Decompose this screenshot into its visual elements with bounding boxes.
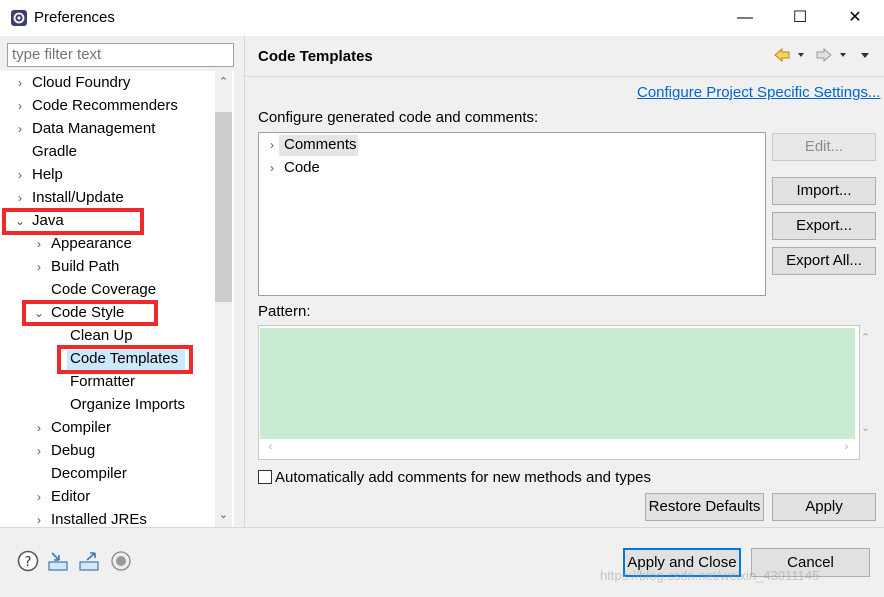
- highlight-box-code-templates: [57, 345, 193, 374]
- minimize-button[interactable]: —: [722, 0, 768, 36]
- tree-item-label: Code Recommenders: [32, 97, 178, 114]
- tree-item-install-update[interactable]: › Install/Update: [14, 187, 124, 209]
- auto-comments-label[interactable]: Automatically add comments for new metho…: [275, 469, 651, 486]
- import-prefs-icon[interactable]: [47, 550, 69, 572]
- pattern-scroll-down-icon[interactable]: ⌄: [857, 421, 874, 434]
- apply-button[interactable]: Apply: [772, 493, 876, 521]
- import-button[interactable]: Import...: [772, 177, 876, 205]
- tree-item-label: Decompiler: [51, 465, 127, 482]
- maximize-button[interactable]: ☐: [777, 0, 823, 36]
- oomph-record-icon[interactable]: [110, 550, 132, 572]
- chevron-right-icon[interactable]: ›: [266, 134, 278, 156]
- highlight-box-code-style: [22, 300, 158, 326]
- tree-item-label: Debug: [51, 442, 96, 459]
- pattern-label: Pattern:: [258, 303, 311, 320]
- history-navigation: [774, 47, 869, 63]
- chevron-right-icon[interactable]: ›: [14, 72, 26, 94]
- tree-item-compiler[interactable]: › Compiler: [33, 417, 111, 439]
- export-all-button[interactable]: Export All...: [772, 247, 876, 275]
- svg-text:?: ?: [25, 555, 32, 570]
- auto-comments-checkbox[interactable]: [258, 470, 272, 484]
- chevron-right-icon[interactable]: ›: [14, 164, 26, 186]
- restore-defaults-button[interactable]: Restore Defaults: [645, 493, 764, 521]
- tree-item-label: Appearance: [51, 235, 132, 252]
- tree-item-gradle[interactable]: Gradle: [32, 141, 77, 163]
- tree-item-installed-jres[interactable]: › Installed JREs: [33, 509, 147, 527]
- export-prefs-icon[interactable]: [78, 550, 100, 572]
- chevron-right-icon[interactable]: ›: [33, 486, 45, 508]
- chevron-right-icon[interactable]: ›: [33, 233, 45, 255]
- tree-item-label: Install/Update: [32, 189, 124, 206]
- help-icon[interactable]: ?: [17, 550, 39, 572]
- chevron-right-icon[interactable]: ›: [33, 509, 45, 527]
- tree-item-decompiler[interactable]: Decompiler: [51, 463, 127, 485]
- back-menu-chevron-icon[interactable]: [798, 53, 804, 57]
- chevron-right-icon[interactable]: ›: [33, 417, 45, 439]
- chevron-right-icon[interactable]: ›: [14, 95, 26, 117]
- tree-item-label: Code Coverage: [51, 281, 157, 298]
- configure-project-settings-link[interactable]: Configure Project Specific Settings...: [637, 84, 880, 101]
- tree-item-label: Installed JREs: [51, 511, 147, 527]
- window-title: Preferences: [34, 9, 115, 26]
- templates-tree[interactable]: [258, 132, 766, 296]
- tree-item-debug[interactable]: › Debug: [33, 440, 95, 462]
- page-title: Code Templates: [258, 48, 373, 65]
- tree-item-code-coverage[interactable]: Code Coverage: [51, 279, 156, 301]
- pane-divider[interactable]: [244, 36, 245, 527]
- tree-item-help[interactable]: › Help: [14, 164, 63, 186]
- chevron-right-icon[interactable]: ›: [266, 157, 278, 179]
- chevron-right-icon[interactable]: ›: [33, 440, 45, 462]
- template-category-label: Comments: [284, 136, 357, 153]
- scroll-up-icon[interactable]: ⌃: [215, 75, 232, 88]
- pattern-scroll-left-icon[interactable]: ‹: [262, 441, 279, 453]
- tree-item-appearance[interactable]: › Appearance: [33, 233, 132, 255]
- tree-item-label: Compiler: [51, 419, 112, 436]
- watermark-text: https://blog.csdn.net/weixin_43011145: [600, 568, 820, 583]
- template-category-comments[interactable]: › Comments: [266, 134, 357, 156]
- scroll-down-icon[interactable]: ⌄: [215, 508, 232, 521]
- tree-item-organize-imports[interactable]: Organize Imports: [70, 394, 185, 416]
- tree-scrollbar-thumb[interactable]: [215, 112, 232, 302]
- close-button[interactable]: ✕: [832, 0, 878, 36]
- eclipse-app-icon: [11, 10, 27, 26]
- tree-item-label: Organize Imports: [70, 396, 186, 413]
- view-menu-icon[interactable]: [861, 53, 869, 58]
- tree-item-label: Formatter: [70, 373, 136, 390]
- tree-item-editor[interactable]: › Editor: [33, 486, 90, 508]
- chevron-right-icon[interactable]: ›: [14, 118, 26, 140]
- chevron-right-icon[interactable]: ›: [33, 256, 45, 278]
- tree-item-clean-up[interactable]: Clean Up: [70, 325, 133, 347]
- tree-item-label: Build Path: [51, 258, 120, 275]
- tree-item-code-recommenders[interactable]: › Code Recommenders: [14, 95, 178, 117]
- forward-arrow-icon[interactable]: [816, 47, 832, 63]
- tree-item-data-management[interactable]: › Data Management: [14, 118, 155, 140]
- tree-item-formatter[interactable]: Formatter: [70, 371, 135, 393]
- filter-input[interactable]: [8, 44, 234, 64]
- tree-item-label: Editor: [51, 488, 91, 505]
- pattern-scroll-up-icon[interactable]: ⌃: [857, 331, 874, 344]
- pattern-scroll-right-icon[interactable]: ›: [838, 441, 855, 453]
- tree-item-cloud-foundry[interactable]: › Cloud Foundry: [14, 72, 130, 94]
- pattern-text-area[interactable]: [260, 328, 855, 439]
- tree-item-label: Gradle: [32, 143, 78, 160]
- tree-item-label: Data Management: [32, 120, 156, 137]
- tree-item-label: Help: [32, 166, 63, 183]
- filter-field-wrapper: [7, 43, 234, 67]
- template-category-label: Code: [284, 159, 320, 176]
- highlight-box-java: [2, 208, 144, 235]
- forward-menu-chevron-icon[interactable]: [840, 53, 846, 57]
- chevron-right-icon[interactable]: ›: [14, 187, 26, 209]
- template-category-code[interactable]: › Code: [266, 157, 320, 179]
- tree-item-build-path[interactable]: › Build Path: [33, 256, 119, 278]
- tree-item-label: Clean Up: [70, 327, 133, 344]
- tree-item-label: Cloud Foundry: [32, 74, 131, 91]
- export-button[interactable]: Export...: [772, 212, 876, 240]
- back-arrow-icon[interactable]: [774, 47, 790, 63]
- configure-label: Configure generated code and comments:: [258, 109, 539, 126]
- edit-button[interactable]: Edit...: [772, 133, 876, 161]
